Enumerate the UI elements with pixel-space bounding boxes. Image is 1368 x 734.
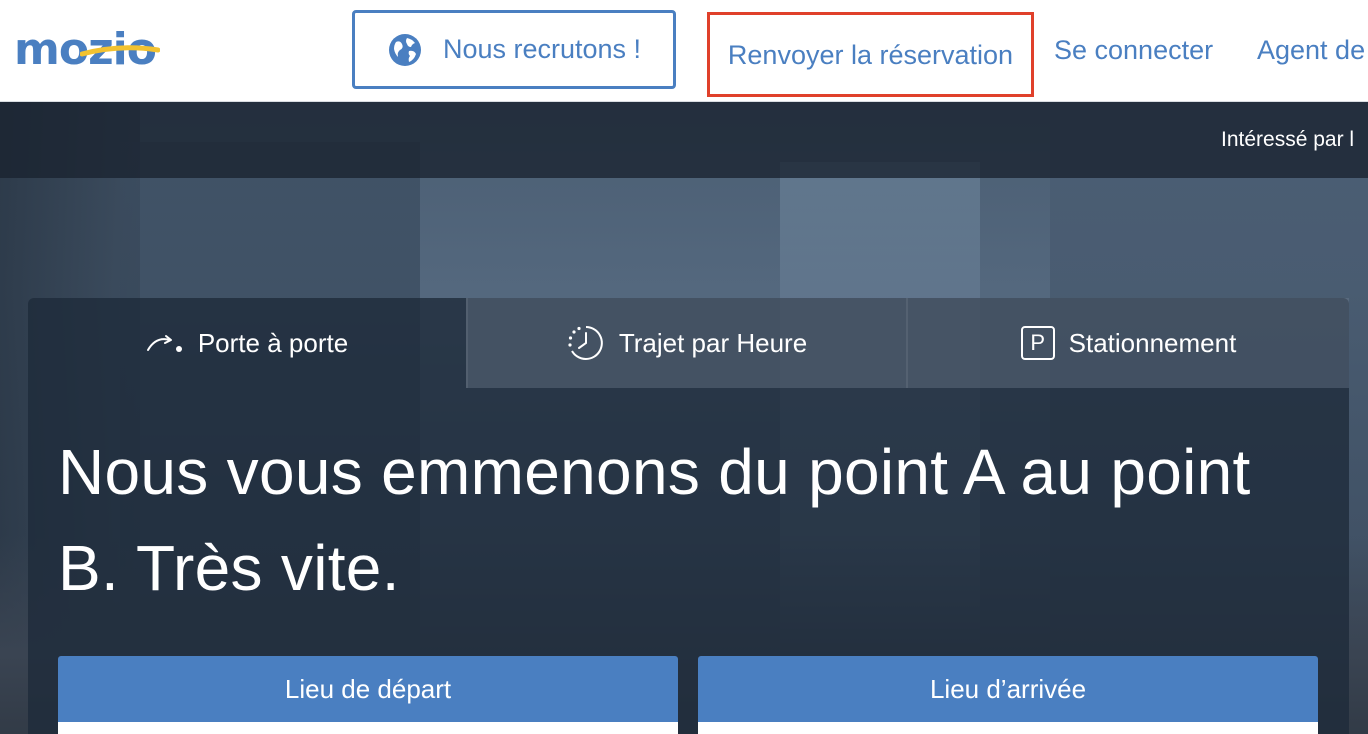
globe-icon [388,33,421,66]
tab-label: Stationnement [1068,327,1237,358]
departure-field-header[interactable]: Lieu de départ [58,656,678,722]
arrival-input[interactable] [698,722,1318,734]
login-link[interactable]: Se connecter [1054,30,1213,70]
parking-icon: P [1020,326,1055,360]
departure-input[interactable] [58,722,678,734]
tab-door-to-door[interactable]: Porte à porte [28,298,466,388]
tab-label: Porte à porte [197,327,349,358]
recruiting-label: Nous recrutons ! [442,34,642,64]
logo-swoosh-icon [80,45,160,57]
recruiting-button[interactable]: Nous recrutons ! [352,10,676,89]
tab-parking[interactable]: P Stationnement [906,298,1349,388]
hourly-clock-icon [568,326,603,360]
service-tabs: Porte à porte Trajet par Heure P Station… [28,298,1349,388]
promo-bar: Intéressé par l [0,102,1368,178]
door-to-door-icon [146,335,182,352]
site-header: mozio Nous recrutons ! Renvoyer la réser… [0,0,1368,102]
arrival-field-header[interactable]: Lieu d’arrivée [698,656,1318,722]
resend-booking-link[interactable]: Renvoyer la réservation [707,12,1034,97]
hero-headline: Nous vous emmenons du point A au point B… [58,436,1251,604]
mozio-logo[interactable]: mozio [14,28,190,76]
agent-link[interactable]: Agent de [1257,30,1365,70]
promo-text[interactable]: Intéressé par l [1221,128,1354,152]
tab-hourly[interactable]: Trajet par Heure [466,298,906,388]
hero-section: Intéressé par l Porte à porte Trajet par… [0,102,1368,734]
tab-label: Trajet par Heure [618,327,808,358]
